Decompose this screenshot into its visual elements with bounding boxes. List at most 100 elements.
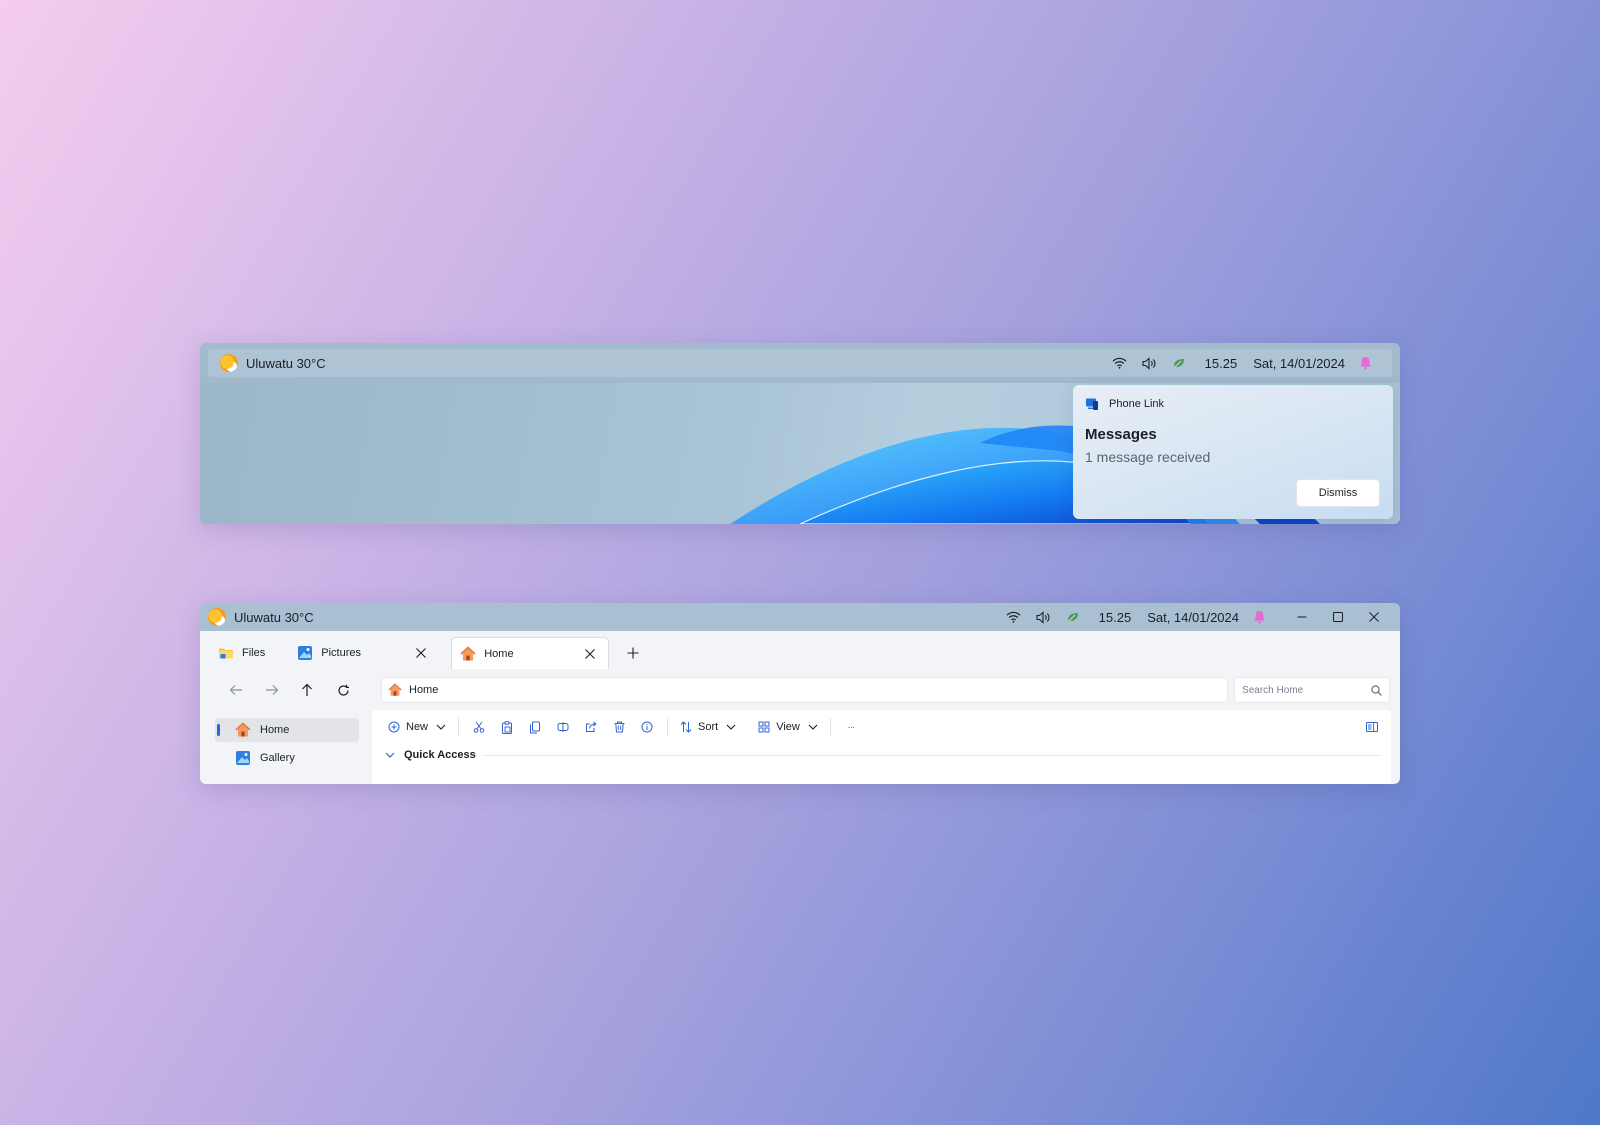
wifi-icon[interactable]	[1112, 355, 1128, 371]
clipboard-icon	[502, 720, 513, 734]
weather-label[interactable]: Uluwatu 30°C	[234, 610, 314, 625]
close-window-button[interactable]	[1356, 603, 1392, 631]
wifi-icon[interactable]	[1006, 609, 1022, 625]
tab-label: Files	[242, 647, 266, 659]
search-placeholder: Search Home	[1242, 684, 1304, 696]
tab-strip: Files Pictures Home	[200, 631, 1400, 675]
weather-icon[interactable]	[220, 354, 238, 372]
notification-app-name: Phone Link	[1109, 398, 1165, 410]
scissors-icon	[473, 721, 485, 733]
arrow-right-icon	[265, 685, 278, 695]
refresh-button[interactable]	[325, 676, 361, 704]
new-button[interactable]: New	[382, 714, 452, 740]
copy-button[interactable]	[493, 714, 521, 740]
close-tab-button[interactable]	[580, 644, 600, 664]
gallery-icon	[236, 751, 250, 765]
close-icon	[1369, 612, 1379, 622]
new-tab-button[interactable]	[619, 639, 647, 667]
section-divider	[483, 754, 1381, 756]
tab-pictures[interactable]: Pictures	[289, 637, 439, 669]
tab-home[interactable]: Home	[451, 637, 610, 669]
clock-time[interactable]: 15.25	[1099, 610, 1132, 625]
close-tab-button[interactable]	[411, 643, 431, 663]
main-pane: New Sort View ··· Quick Access	[372, 710, 1391, 784]
minimize-button[interactable]	[1284, 603, 1320, 631]
arrow-left-icon	[229, 685, 242, 695]
view-label: View	[776, 721, 800, 733]
arrow-up-icon	[302, 683, 313, 696]
sidebar-item-label: Gallery	[260, 752, 295, 764]
battery-icon[interactable]	[1066, 609, 1082, 625]
info-icon	[641, 721, 653, 733]
desktop-preview: Uluwatu 30°C 15.25 Sat, 14/01/2024 Phone…	[200, 343, 1400, 524]
command-bar: New Sort View ···	[382, 710, 1381, 744]
clock-date[interactable]: Sat, 14/01/2024	[1147, 610, 1239, 625]
home-icon	[235, 722, 251, 737]
view-button[interactable]: View	[752, 714, 824, 740]
delete-button[interactable]	[605, 714, 633, 740]
copy-icon	[530, 721, 541, 733]
minimize-icon	[1297, 616, 1307, 618]
address-bar[interactable]: Home	[381, 677, 1229, 703]
maximize-button[interactable]	[1320, 603, 1356, 631]
weather-label[interactable]: Uluwatu 30°C	[246, 356, 326, 371]
properties-button[interactable]	[633, 714, 661, 740]
phone-link-icon	[1086, 398, 1098, 410]
plus-icon	[627, 647, 639, 659]
clock-time[interactable]: 15.25	[1205, 356, 1238, 371]
details-pane-button[interactable]	[1363, 718, 1381, 736]
search-icon	[1371, 684, 1382, 696]
home-icon	[460, 645, 476, 660]
new-icon	[388, 721, 400, 733]
tab-files[interactable]: Files	[210, 637, 273, 669]
weather-icon[interactable]	[208, 608, 226, 626]
address-text: Home	[409, 684, 439, 696]
bell-icon[interactable]	[1251, 609, 1267, 625]
chevron-down-icon	[436, 724, 446, 730]
taskbar: Uluwatu 30°C 15.25 Sat, 14/01/2024	[208, 349, 1392, 377]
chevron-down-icon	[382, 747, 398, 763]
quick-access-title: Quick Access	[404, 749, 476, 761]
share-button[interactable]	[577, 714, 605, 740]
folder-icon	[219, 648, 233, 659]
sort-button[interactable]: Sort	[674, 714, 742, 740]
sidebar-item-home[interactable]: Home	[215, 718, 359, 742]
volume-icon[interactable]	[1142, 355, 1158, 371]
bell-icon[interactable]	[1357, 355, 1373, 371]
sort-label: Sort	[698, 721, 719, 733]
forward-button[interactable]	[254, 676, 290, 704]
pictures-icon	[298, 646, 313, 660]
more-button[interactable]: ···	[837, 714, 865, 740]
notification-toast[interactable]: Phone Link Messages 1 message received D…	[1073, 385, 1393, 519]
tab-label: Home	[484, 647, 514, 660]
chevron-down-icon	[808, 724, 818, 730]
notification-body: 1 message received	[1085, 449, 1211, 465]
sort-icon	[680, 721, 692, 733]
file-explorer-window: Uluwatu 30°C 15.25 Sat, 14/01/2024 Files	[200, 603, 1400, 784]
close-icon	[585, 648, 596, 659]
battery-icon[interactable]	[1172, 355, 1188, 371]
share-icon	[586, 721, 597, 732]
back-button[interactable]	[218, 676, 254, 704]
clock-date[interactable]: Sat, 14/01/2024	[1253, 356, 1345, 371]
home-icon	[388, 683, 402, 696]
title-bar: Uluwatu 30°C 15.25 Sat, 14/01/2024	[200, 603, 1400, 631]
tab-label: Pictures	[321, 647, 361, 659]
quick-access-header[interactable]: Quick Access	[382, 744, 1381, 766]
rename-icon	[557, 722, 569, 732]
volume-icon[interactable]	[1036, 609, 1052, 625]
rename-button[interactable]	[549, 714, 577, 740]
dismiss-button[interactable]: Dismiss	[1296, 479, 1380, 507]
cut-button[interactable]	[465, 714, 493, 740]
sidebar-item-gallery[interactable]: Gallery	[215, 746, 359, 770]
details-pane-icon	[1366, 722, 1378, 732]
paste-button[interactable]	[521, 714, 549, 740]
trash-icon	[614, 721, 625, 733]
maximize-icon	[1333, 612, 1343, 622]
sidebar-item-label: Home	[260, 724, 290, 736]
explorer-content: Home Gallery New Sort View ··· Quick Acc…	[200, 710, 1400, 784]
search-input[interactable]: Search Home	[1234, 677, 1391, 703]
view-icon	[758, 721, 770, 733]
up-button[interactable]	[290, 676, 326, 704]
notification-title: Messages	[1085, 426, 1157, 443]
